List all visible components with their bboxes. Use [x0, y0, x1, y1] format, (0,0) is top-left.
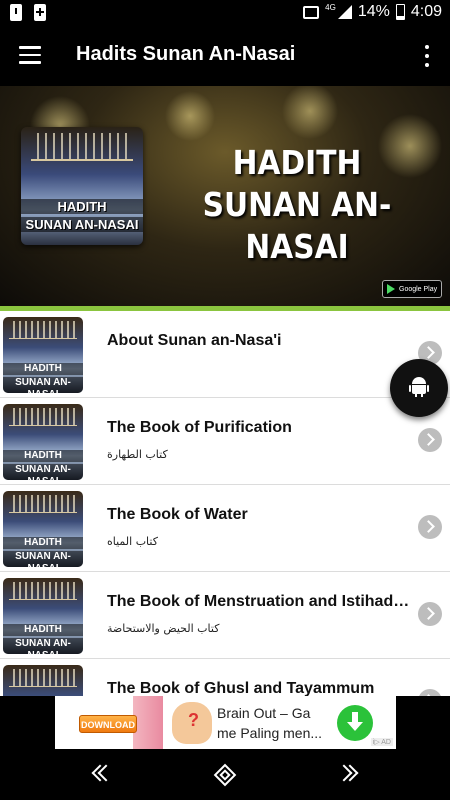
chevron-right-icon	[418, 602, 442, 626]
list-item-thumbnail: HADITH SUNAN AN-NASAI	[3, 665, 83, 696]
list-item-thumbnail: HADITH SUNAN AN-NASAI	[3, 491, 83, 567]
google-play-badge[interactable]: Google Play	[382, 280, 442, 298]
chapter-list: HADITH SUNAN AN-NASAI About Sunan an-Nas…	[0, 311, 450, 696]
list-item[interactable]: HADITH SUNAN AN-NASAI The Book of Purifi…	[0, 398, 450, 485]
system-status: 4G 14% 4:09	[303, 3, 442, 21]
list-item-thumbnail: HADITH SUNAN AN-NASAI	[3, 317, 83, 393]
chevron-right-icon	[418, 515, 442, 539]
banner-image: HADITH SUNAN AN-NASAI HADITH SUNAN AN-NA…	[0, 86, 450, 306]
back-icon[interactable]	[90, 764, 115, 784]
ad-banner: DOWNLOAD Brain Out – Ga me Paling men...…	[0, 696, 450, 749]
list-item[interactable]: HADITH SUNAN AN-NASAI The Book of Water …	[0, 485, 450, 572]
list-item-title: About Sunan an-Nasa'i	[107, 332, 282, 349]
network-type: 4G	[325, 3, 336, 12]
chevron-right-icon	[418, 689, 442, 696]
book-cover-line2: SUNAN AN-NASAI	[21, 217, 143, 232]
book-cover-line1: HADITH	[21, 199, 143, 214]
list-item-title: The Book of Purification	[107, 419, 292, 436]
home-icon[interactable]	[213, 763, 237, 787]
app-bar: Hadits Sunan An-Nasai	[0, 26, 450, 86]
ad-app-icon	[172, 702, 212, 744]
signal-icon	[337, 5, 352, 19]
banner-heading-line1: HADITH	[232, 143, 362, 182]
list-item[interactable]: HADITH SUNAN AN-NASAI About Sunan an-Nas…	[0, 311, 450, 398]
ad-text-line1: Brain Out – Ga	[217, 705, 311, 721]
android-fab-button[interactable]	[390, 359, 448, 417]
thumbnail-line1: HADITH	[3, 363, 83, 375]
list-item-arabic-subtitle: كتاب الحيض والاستحاضة	[107, 622, 220, 635]
page-title: Hadits Sunan An-Nasai	[76, 43, 296, 65]
banner-heading-line2: SUNAN AN-NASAI	[202, 185, 392, 266]
thumbnail-line1: HADITH	[3, 537, 83, 549]
ad-content[interactable]: DOWNLOAD Brain Out – Ga me Paling men...…	[55, 696, 396, 749]
banner-book-cover: HADITH SUNAN AN-NASAI	[21, 127, 143, 245]
ad-download-button[interactable]: DOWNLOAD	[79, 715, 137, 733]
system-nav-bar	[0, 749, 450, 800]
list-item-thumbnail: HADITH SUNAN AN-NASAI	[3, 404, 83, 480]
google-play-icon	[387, 284, 395, 294]
thumbnail-line2: SUNAN AN-NASAI	[3, 377, 83, 393]
calligraphy-decoration	[31, 133, 133, 161]
notification-icons	[10, 4, 46, 21]
google-play-label: Google Play	[399, 285, 438, 293]
list-item[interactable]: HADITH SUNAN AN-NASAI The Book of Menstr…	[0, 572, 450, 659]
thumbnail-line2: SUNAN AN-NASAI	[3, 638, 83, 654]
list-item[interactable]: HADITH SUNAN AN-NASAI The Book of Ghusl …	[0, 659, 450, 696]
ad-text: Brain Out – Ga me Paling men...	[217, 703, 337, 743]
battery-icon	[395, 4, 405, 20]
notification-plus-icon	[34, 4, 46, 21]
thumbnail-line1: HADITH	[3, 450, 83, 462]
ad-install-icon[interactable]	[337, 705, 373, 741]
recent-apps-icon[interactable]	[335, 764, 359, 784]
menu-icon[interactable]	[19, 46, 41, 64]
thumbnail-line2: SUNAN AN-NASAI	[3, 464, 83, 480]
list-item-title: The Book of Menstruation and Istihada...	[107, 593, 412, 610]
clock: 4:09	[410, 3, 442, 20]
list-item-title: The Book of Ghusl and Tayammum	[107, 680, 375, 696]
cast-icon	[303, 5, 320, 19]
list-item-arabic-subtitle: كتاب المياه	[107, 535, 158, 548]
status-bar: 4G 14% 4:09	[0, 0, 450, 26]
banner-heading: HADITH SUNAN AN-NASAI	[167, 142, 428, 268]
chevron-right-icon	[418, 428, 442, 452]
list-item-thumbnail: HADITH SUNAN AN-NASAI	[3, 578, 83, 654]
ad-artwork	[133, 696, 163, 749]
thumbnail-line1: HADITH	[3, 624, 83, 636]
thumbnail-line2: SUNAN AN-NASAI	[3, 551, 83, 567]
ad-text-line2: me Paling men...	[217, 725, 323, 741]
list-item-title: The Book of Water	[107, 506, 248, 523]
battery-percent: 14%	[357, 3, 390, 20]
overflow-menu-icon[interactable]	[424, 45, 430, 67]
android-icon	[409, 377, 429, 397]
alert-icon	[10, 4, 22, 21]
list-item-arabic-subtitle: كتاب الطهارة	[107, 448, 168, 461]
ad-badge[interactable]: i▷ AD	[370, 738, 393, 746]
